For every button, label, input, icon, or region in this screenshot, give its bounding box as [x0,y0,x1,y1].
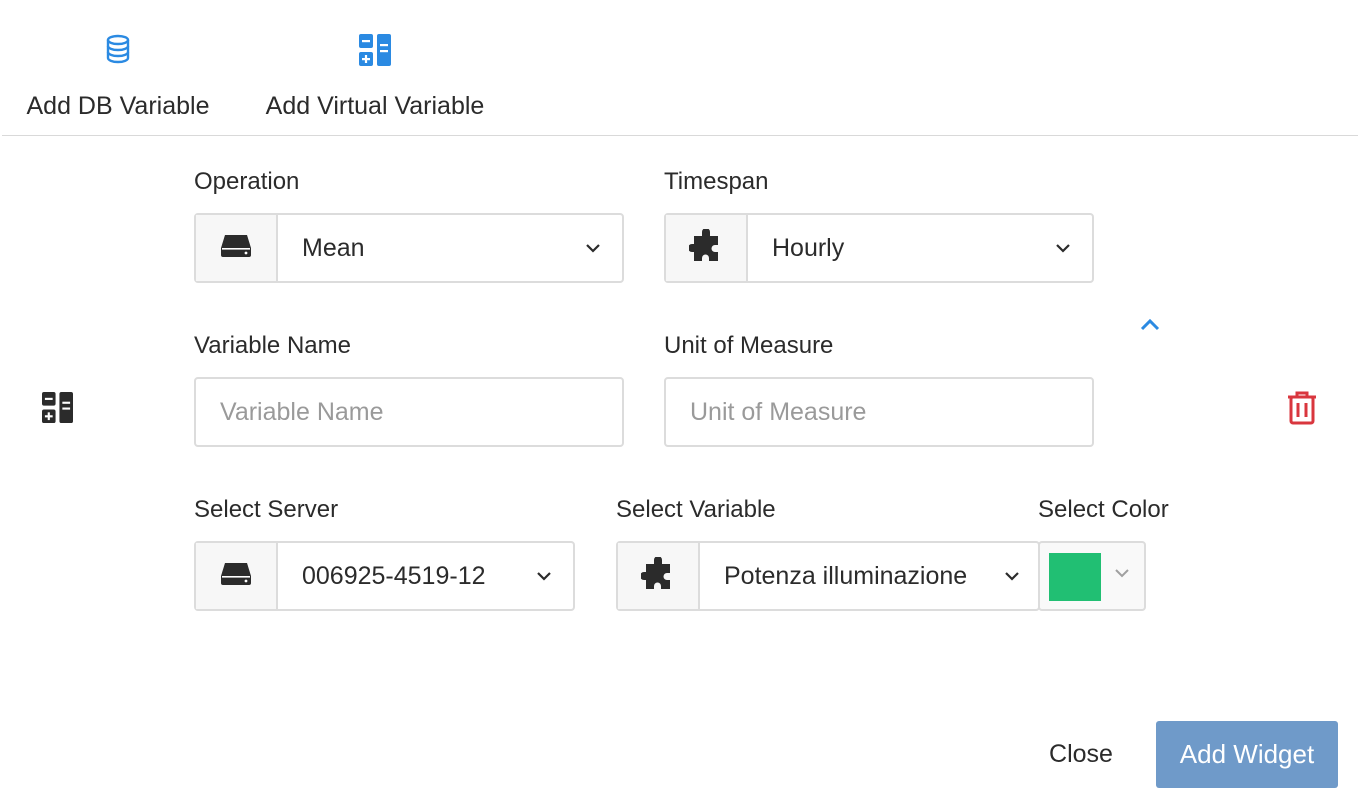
add-widget-button[interactable]: Add Widget [1156,721,1338,788]
add-db-variable-label: Add DB Variable [26,92,210,120]
puzzle-icon [688,227,723,268]
server-value: 006925-4519-12 [302,561,486,590]
variable-select[interactable]: Potenza illuminazione [616,541,1040,611]
unit-of-measure-label: Unit of Measure [664,332,834,359]
chevron-down-icon [564,215,622,281]
operation-value: Mean [302,233,365,262]
server-icon [220,562,252,591]
operation-addon [196,215,278,281]
trash-icon[interactable] [1286,391,1318,430]
database-icon [106,34,130,69]
select-variable-label: Select Variable [616,496,776,523]
variable-value: Potenza illuminazione [724,561,968,590]
server-addon [196,543,278,609]
add-virtual-variable-label: Add Virtual Variable [265,92,485,120]
chevron-down-icon [992,543,1032,609]
puzzle-icon [640,555,675,596]
unit-of-measure-input[interactable] [664,377,1094,447]
chevron-down-icon [1034,215,1092,281]
timespan-addon [666,215,748,281]
variable-addon [618,543,700,609]
timespan-select[interactable]: Hourly [664,213,1094,283]
collapse-chevron-up-icon[interactable] [1139,318,1161,337]
toolbar-divider [2,135,1358,136]
add-virtual-variable-button[interactable]: Add Virtual Variable [258,30,492,130]
select-color-label: Select Color [1038,496,1169,523]
color-picker[interactable] [1038,541,1146,611]
timespan-value: Hourly [772,233,845,262]
operation-label: Operation [194,168,300,195]
close-button[interactable]: Close [1022,721,1140,787]
select-server-label: Select Server [194,496,339,523]
server-icon [220,234,252,263]
operation-select[interactable]: Mean [194,213,624,283]
color-swatch [1049,553,1101,601]
chevron-down-icon [1114,565,1130,583]
timespan-label: Timespan [664,168,769,195]
calculator-icon [359,34,391,71]
variable-name-label: Variable Name [194,332,351,359]
server-select[interactable]: 006925-4519-12 [194,541,575,611]
add-db-variable-button[interactable]: Add DB Variable [22,30,214,130]
variable-name-input[interactable] [194,377,624,447]
virtual-variable-icon [42,392,73,428]
chevron-down-icon [515,543,573,609]
